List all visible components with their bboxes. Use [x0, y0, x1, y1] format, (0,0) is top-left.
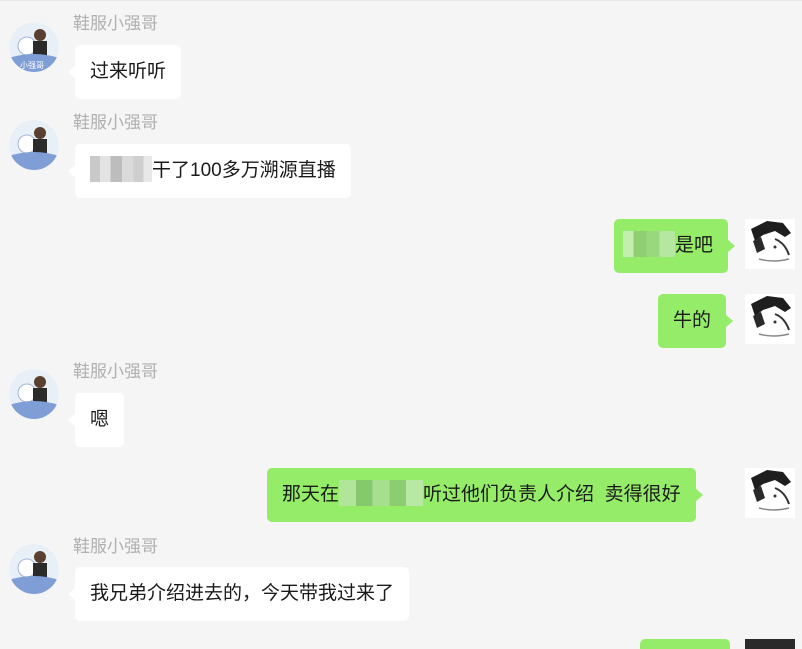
contact-avatar[interactable]	[9, 369, 59, 419]
message-bubble[interactable]: 我兄弟介绍进去的，今天带我过来了	[67, 567, 410, 621]
redacted-text	[339, 480, 424, 507]
message-bubble[interactable]: 牛的	[658, 294, 734, 348]
user-avatar[interactable]	[745, 294, 795, 344]
partial-message-bubble[interactable]	[640, 639, 730, 649]
contact-avatar[interactable]	[9, 544, 59, 594]
message-text: 干了100多万溯源直播	[152, 160, 336, 181]
message-text: 是吧	[675, 235, 714, 256]
sender-name: 鞋服小强哥	[73, 362, 158, 381]
message-bubble[interactable]: 是吧	[614, 219, 736, 273]
message-text: 嗯	[90, 409, 110, 430]
sender-name: 鞋服小强哥	[73, 14, 158, 33]
message-bubble[interactable]: 过来听听	[67, 45, 182, 99]
user-avatar[interactable]	[745, 468, 795, 518]
message-text-end: 听过他们负责人介绍 卖得很好	[423, 484, 681, 505]
message-bubble[interactable]: 那天在 听过他们负责人介绍 卖得很好	[267, 468, 703, 522]
sender-name: 鞋服小强哥	[73, 537, 158, 556]
contact-avatar[interactable]	[9, 120, 59, 170]
message-bubble[interactable]: 干了100多万溯源直播	[68, 144, 351, 198]
message-bubble[interactable]: 嗯	[67, 393, 125, 447]
message-text: 我兄弟介绍进去的，今天带我过来了	[90, 583, 395, 604]
message-text: 牛的	[673, 310, 712, 331]
message-text-start: 那天在	[282, 484, 340, 505]
contact-avatar[interactable]: 小强哥	[9, 22, 59, 72]
redacted-text	[90, 156, 152, 183]
chat-message-list[interactable]: 小强哥 鞋服小强哥 过来听听 鞋服小强哥 干了100多万溯源直播 是吧 牛的 鞋…	[0, 0, 802, 649]
svg-text:小强哥: 小强哥	[20, 61, 44, 70]
user-avatar[interactable]	[745, 219, 795, 269]
redacted-text	[623, 231, 675, 258]
partial-user-avatar[interactable]	[745, 639, 795, 649]
message-text: 过来听听	[90, 61, 167, 82]
sender-name: 鞋服小强哥	[73, 113, 158, 132]
